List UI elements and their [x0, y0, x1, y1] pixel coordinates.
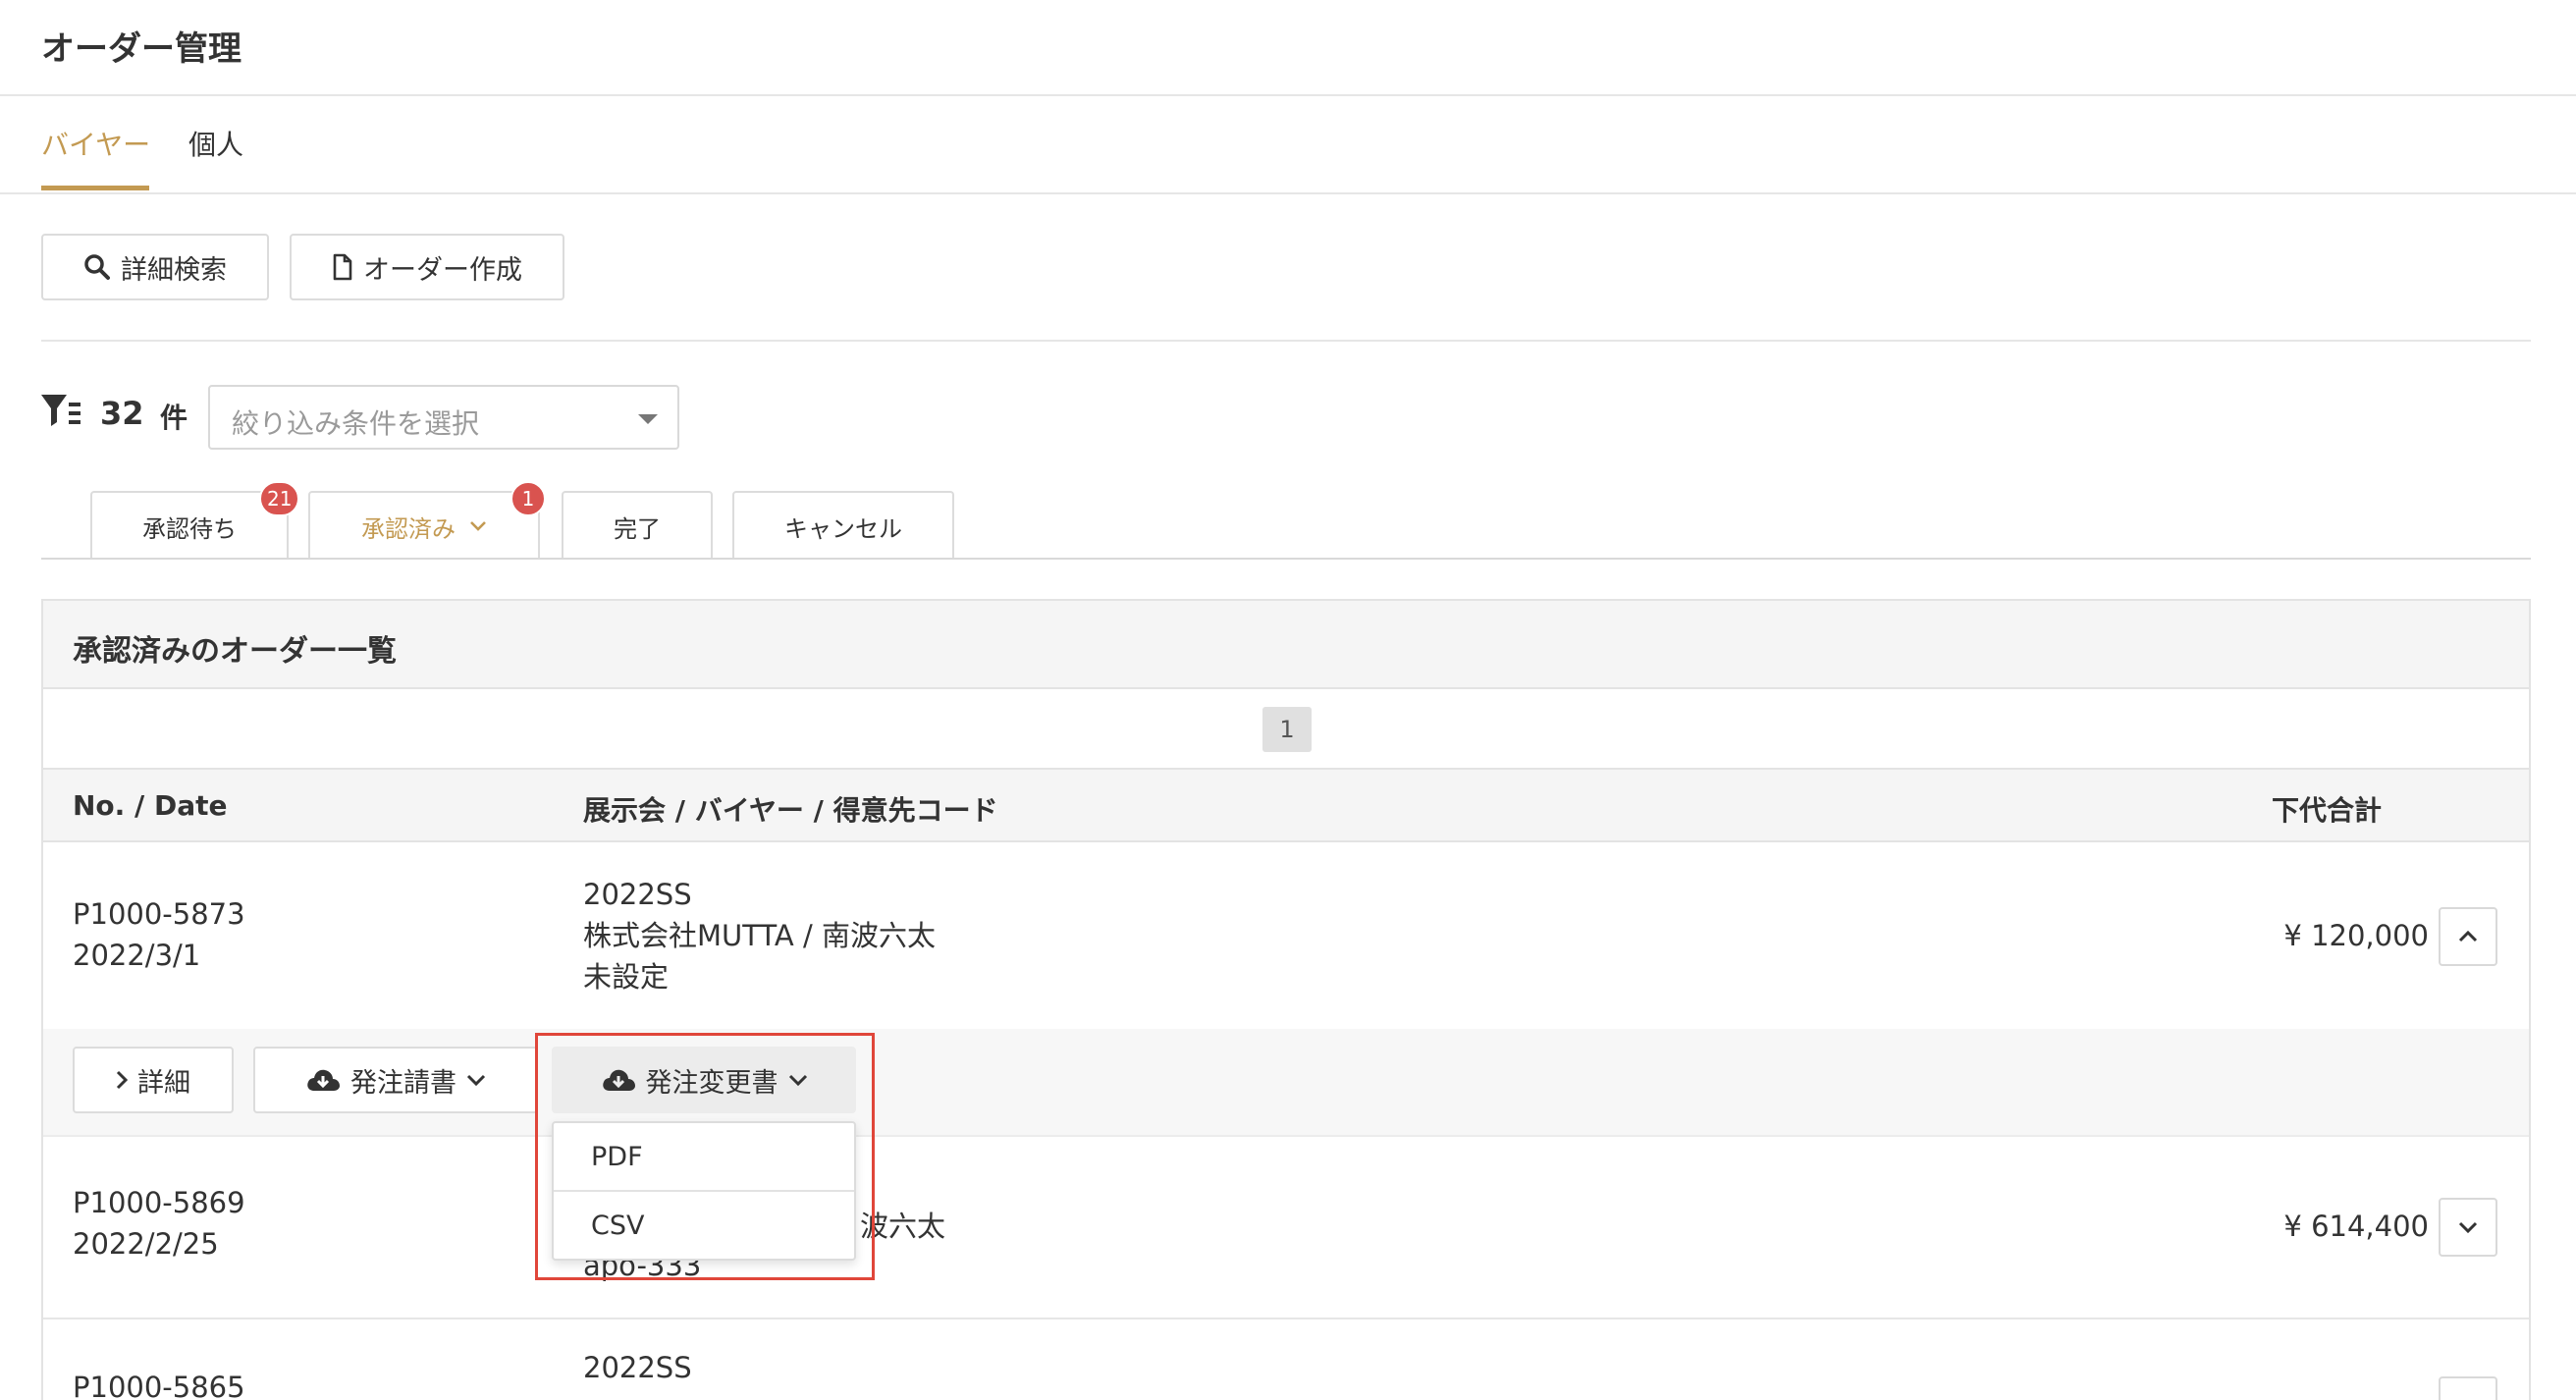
row-divider [43, 1318, 2529, 1319]
cloud-download-icon [305, 1067, 341, 1093]
exhibition-name: 2022SS [583, 878, 692, 911]
order-total: ¥ 120,000 [2283, 919, 2429, 952]
detail-label: 詳細 [137, 1067, 190, 1099]
tab-label: キャンセル [784, 514, 902, 543]
approved-count-badge: 1 [510, 481, 546, 516]
caret-down-icon [638, 414, 658, 424]
chevron-down-icon [466, 1073, 486, 1087]
chevron-down-icon [2458, 1220, 2478, 1234]
column-total: 下代合計 [2272, 794, 2383, 827]
filter-select[interactable]: 絞り込み条件を選択 [208, 385, 679, 450]
tab-individual[interactable]: 個人 [188, 124, 243, 163]
column-no-date: No. / Date [73, 789, 228, 822]
detail-button[interactable]: 詳細 [73, 1047, 234, 1113]
order-date: 2022/3/1 [73, 939, 201, 972]
tab-label: 承認待ち [142, 514, 237, 543]
tab-label: 承認済み [361, 514, 456, 543]
search-icon [83, 253, 111, 281]
create-order-button[interactable]: オーダー作成 [290, 234, 564, 300]
tab-label: 完了 [614, 514, 661, 543]
table-header: No. / Date 展示会 / バイヤー / 得意先コード 下代合計 [43, 768, 2529, 842]
page-title: オーダー管理 [41, 29, 242, 69]
approved-orders-panel: 承認済みのオーダー一覧 1 No. / Date 展示会 / バイヤー / 得意… [41, 599, 2531, 1400]
status-tabs-baseline [41, 558, 2531, 560]
filter-select-placeholder: 絞り込み条件を選択 [232, 407, 480, 440]
tab-approved[interactable]: 承認済み [308, 491, 540, 560]
advanced-search-button[interactable]: 詳細検索 [41, 234, 269, 300]
chevron-down-icon [469, 520, 487, 532]
tab-buyer[interactable]: バイヤー [41, 124, 150, 163]
tab-cancelled[interactable]: キャンセル [732, 491, 954, 560]
expand-row-button[interactable] [2439, 1376, 2497, 1400]
order-date: 2022/2/25 [73, 1227, 219, 1261]
tabs-divider [0, 192, 2576, 194]
order-number: P1000-5865 [73, 1371, 245, 1400]
order-number: P1000-5869 [73, 1186, 245, 1219]
chevron-up-icon [2458, 930, 2478, 943]
file-icon [332, 253, 353, 281]
toolbar-divider [41, 340, 2531, 342]
active-tab-indicator [41, 186, 149, 190]
pagination-page-1[interactable]: 1 [1262, 707, 1312, 752]
highlight-box [535, 1033, 875, 1280]
collapse-row-button[interactable] [2439, 907, 2497, 966]
order-confirmation-dropdown[interactable]: 発注請書 [253, 1047, 538, 1113]
order-count-unit: 件 [160, 402, 188, 434]
buyer-name: 株式会社MUTTA / 南波六太 [583, 919, 936, 952]
order-count: 32 [100, 395, 144, 432]
header-divider [0, 94, 2576, 96]
expand-row-button[interactable] [2439, 1198, 2497, 1257]
create-order-label: オーダー作成 [363, 254, 522, 286]
row-actions-bar: 詳細 発注請書 発注変更書 [43, 1029, 2529, 1137]
panel-title: 承認済みのオーダー一覧 [73, 634, 397, 669]
chevron-right-icon [116, 1070, 128, 1090]
tab-completed[interactable]: 完了 [562, 491, 713, 560]
column-info: 展示会 / バイヤー / 得意先コード [583, 794, 998, 827]
order-confirmation-label: 発注請書 [350, 1067, 456, 1099]
exhibition-name: 2022SS [583, 1351, 692, 1384]
order-number: P1000-5873 [73, 897, 245, 931]
filter-icon [41, 393, 82, 428]
order-total: ¥ 614,400 [2283, 1210, 2429, 1243]
advanced-search-label: 詳細検索 [121, 254, 227, 286]
customer-code: 未設定 [583, 960, 670, 994]
panel-header: 承認済みのオーダー一覧 [43, 601, 2529, 689]
pending-count-badge: 21 [259, 481, 300, 516]
